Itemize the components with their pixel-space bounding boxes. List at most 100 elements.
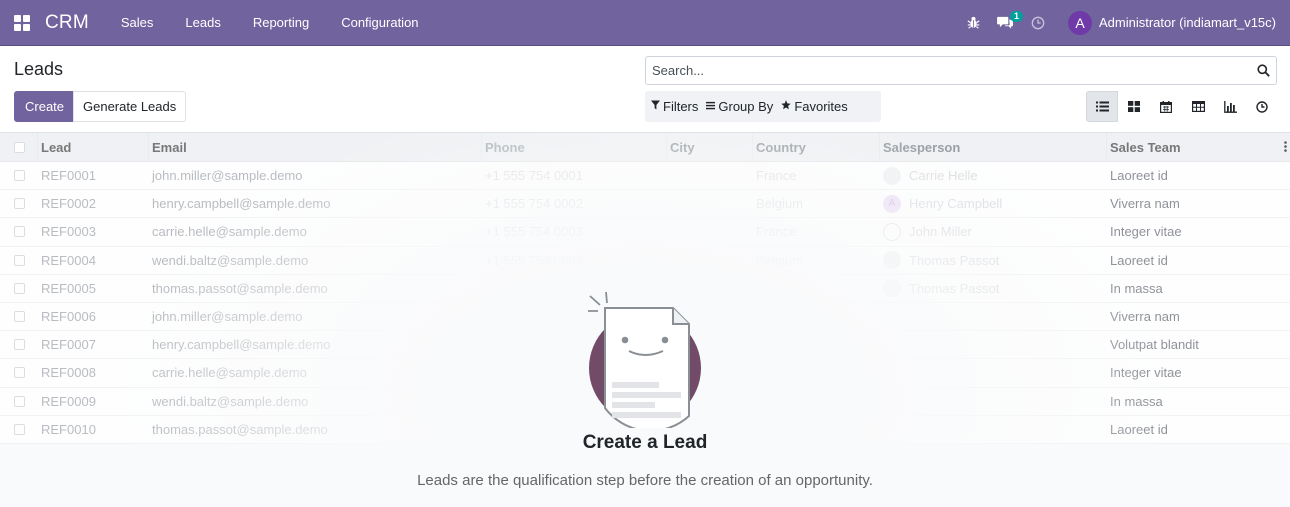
column-header-salesperson[interactable]: Salesperson (880, 132, 1107, 162)
activity-clock-icon[interactable] (1022, 0, 1054, 46)
search-input[interactable] (646, 57, 1250, 84)
column-header-lead[interactable]: Lead (38, 132, 149, 162)
groupby-dropdown[interactable]: Group By (706, 99, 773, 114)
sales-team-header-label: Sales Team (1110, 139, 1181, 155)
row-checkbox[interactable] (14, 170, 25, 182)
apps-menu-icon[interactable] (0, 0, 44, 46)
cell-phone: +1 555 754 0002 (485, 196, 583, 212)
search-box (645, 56, 1277, 85)
filters-dropdown[interactable]: Filters (651, 99, 698, 114)
menu-reporting[interactable]: Reporting (237, 0, 325, 46)
cell-country (753, 359, 880, 387)
list-view-icon[interactable] (1086, 91, 1118, 122)
groupby-label: Group By (718, 99, 774, 114)
user-menu[interactable]: A Administrator (indiamart_v15c) (1067, 10, 1276, 35)
cell-lead: REF0004 (41, 252, 96, 268)
salesperson-name: Thomas Passot (909, 252, 1000, 268)
select-all-cell (0, 132, 38, 162)
menu-configuration[interactable]: Configuration (325, 0, 434, 46)
optional-columns-icon[interactable] (1284, 140, 1287, 155)
column-header-phone[interactable]: Phone (482, 132, 667, 162)
select-all-checkbox[interactable] (14, 141, 25, 153)
kanban-view-icon[interactable] (1118, 91, 1150, 122)
cell-salesperson (880, 359, 1107, 387)
cell-city (667, 218, 753, 246)
row-select-cell (0, 246, 38, 274)
cell-email: carrie.helle@sample.demo (152, 224, 307, 240)
cell-lead: REF0002 (41, 196, 96, 212)
salesperson-name: Carrie Helle (909, 168, 978, 184)
column-header-email[interactable]: Email (149, 132, 482, 162)
cell-email: john.miller@sample.demo (152, 168, 303, 184)
salesperson-name: John Miller (909, 224, 972, 240)
cell-email: wendi.baltz@sample.demo (152, 252, 309, 268)
star-icon (781, 100, 792, 113)
table-row[interactable]: REF0002 henry.campbell@sample.demo +1 555 … (0, 190, 1290, 219)
row-checkbox[interactable] (14, 395, 25, 407)
pivot-view-icon[interactable] (1182, 91, 1214, 122)
cell-country: Belgium (756, 196, 803, 212)
row-select-cell (0, 218, 38, 246)
search-icon[interactable] (1250, 57, 1276, 84)
column-header-country[interactable]: Country (753, 132, 880, 162)
cell-phone: +1 555 754 0004 (485, 252, 583, 268)
debug-bug-icon[interactable] (958, 0, 990, 46)
view-switcher (1086, 91, 1278, 122)
cell-lead: REF0006 (41, 309, 96, 325)
row-checkbox[interactable] (14, 339, 25, 351)
cell-sales-team: Integer vitae (1110, 365, 1182, 381)
user-name: Administrator (indiamart_v15c) (1098, 15, 1276, 30)
cell-salesperson (880, 331, 1107, 359)
cell-lead: REF0003 (41, 224, 96, 240)
cell-lead: REF0008 (41, 365, 96, 381)
cell-sales-team: Viverra nam (1110, 309, 1180, 325)
row-select-cell (0, 190, 38, 218)
app-brand[interactable]: CRM (45, 12, 89, 34)
table-row[interactable]: REF0001 john.miller@sample.demo +1 555 754… (0, 162, 1290, 191)
cell-city (667, 190, 753, 218)
cell-salesperson: Thomas Passot (880, 274, 1107, 302)
column-header-city[interactable]: City (667, 132, 753, 162)
row-checkbox[interactable] (14, 282, 25, 294)
row-checkbox[interactable] (14, 198, 25, 210)
cell-sales-team: Viverra nam (1110, 196, 1180, 212)
help-text: Leads are the qualification step before … (417, 472, 873, 489)
calendar-view-icon[interactable] (1150, 91, 1182, 122)
favorites-dropdown[interactable]: Favorites (781, 99, 848, 114)
cell-email: john.miller@sample.demo (152, 309, 303, 325)
table-row[interactable]: REF0004 wendi.baltz@sample.demo +1 555 754… (0, 246, 1290, 275)
graph-view-icon[interactable] (1214, 91, 1246, 122)
cell-country: France (756, 168, 797, 184)
favorites-label: Favorites (794, 99, 848, 114)
row-select-cell (0, 303, 38, 331)
row-checkbox[interactable] (14, 254, 25, 266)
table-header: Lead Email Phone City Country Salesperso… (0, 132, 1290, 162)
salesperson-name: Thomas Passot (909, 280, 1000, 296)
salesperson-avatar: A (883, 194, 901, 213)
menu-leads[interactable]: Leads (169, 0, 236, 46)
salesperson-avatar (883, 251, 901, 270)
column-header-sales-team[interactable]: Sales Team (1107, 133, 1290, 162)
cell-salesperson: A Henry Campbell (880, 190, 1107, 218)
generate-leads-button[interactable]: Generate Leads (73, 91, 187, 122)
activity-view-icon[interactable] (1246, 91, 1278, 122)
row-select-cell (0, 331, 38, 359)
cell-email: thomas.passot@sample.demo (152, 280, 328, 296)
cell-sales-team: In massa (1110, 393, 1163, 409)
cell-salesperson (880, 387, 1107, 415)
cell-lead: REF0009 (41, 393, 96, 409)
cell-country: France (756, 224, 797, 240)
row-checkbox[interactable] (14, 311, 25, 323)
table-row[interactable]: REF0003 carrie.helle@sample.demo +1 555 75… (0, 218, 1290, 247)
cell-country (753, 331, 880, 359)
avatar: A (1067, 10, 1092, 35)
cell-sales-team: Volutpat blandit (1110, 337, 1199, 353)
row-checkbox[interactable] (14, 226, 25, 238)
salesperson-name: Henry Campbell (909, 196, 1003, 212)
menu-sales[interactable]: Sales (105, 0, 170, 46)
cell-email: henry.campbell@sample.demo (152, 196, 331, 212)
messages-icon[interactable]: 1 (990, 0, 1023, 46)
create-button[interactable]: Create (14, 91, 76, 122)
row-checkbox[interactable] (14, 367, 25, 379)
help-title: Create a Lead (582, 432, 708, 453)
